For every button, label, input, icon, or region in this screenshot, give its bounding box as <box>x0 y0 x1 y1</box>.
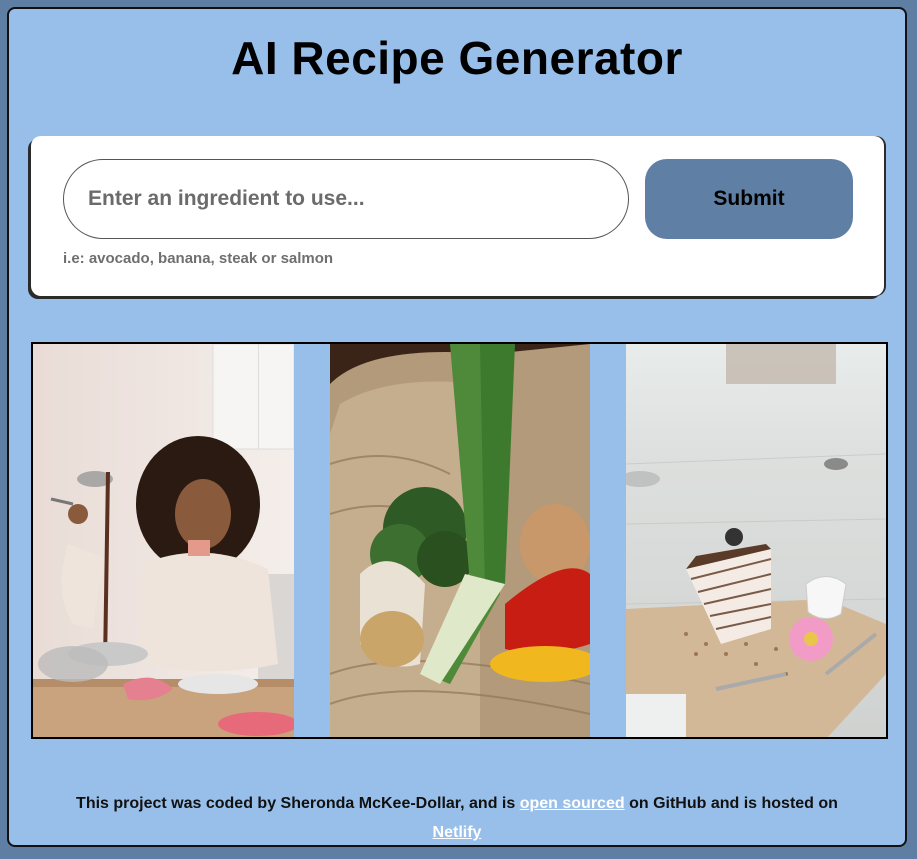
hint-text: i.e: avocado, banana, steak or salmon <box>63 250 334 267</box>
woman-baking-chocolate-photo <box>33 344 294 737</box>
footer-text-middle: on GitHub and is hosted on <box>624 795 838 812</box>
ingredient-input[interactable] <box>63 159 629 239</box>
app-container: AI Recipe Generator Submit i.e: avocado,… <box>7 7 907 847</box>
photo-gallery <box>31 342 888 739</box>
search-form: Submit i.e: avocado, banana, steak or sa… <box>31 136 884 296</box>
submit-button[interactable]: Submit <box>645 159 853 239</box>
open-sourced-link[interactable]: open sourced <box>520 795 625 812</box>
crepe-cake-slice-photo <box>626 344 886 737</box>
netlify-link[interactable]: Netlify <box>433 824 482 841</box>
page-title: AI Recipe Generator <box>231 32 683 84</box>
footer: This project was coded by Sheronda McKee… <box>9 789 905 847</box>
footer-text-before: This project was coded by Sheronda McKee… <box>76 795 520 812</box>
vegetable-basket-photo <box>330 344 590 737</box>
